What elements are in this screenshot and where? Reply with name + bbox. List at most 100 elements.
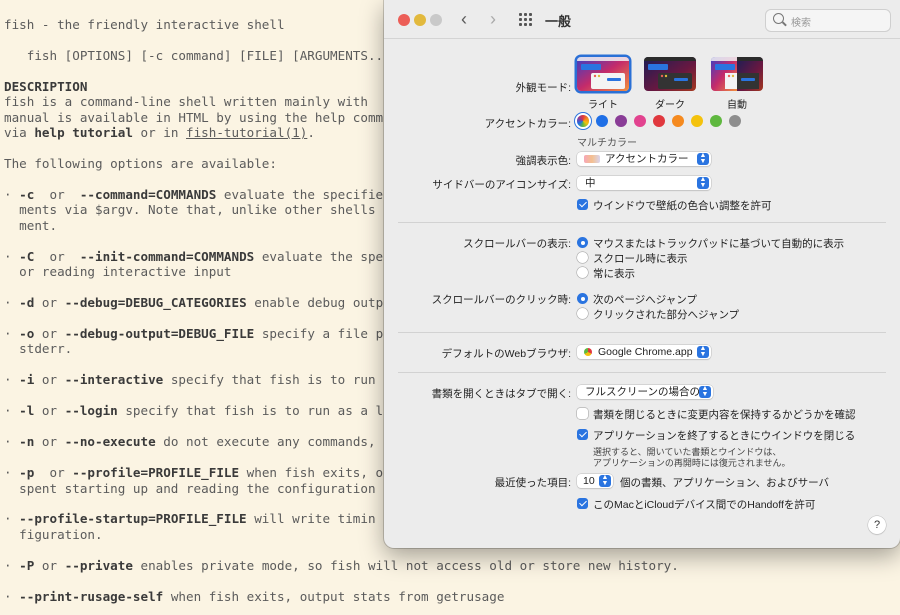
popup-chevron-icon: ▲ ▼ (697, 152, 709, 165)
terminal-text: --no-execute (64, 434, 156, 450)
highlight-color-popup[interactable]: アクセントカラー ▲ ▼ (577, 152, 711, 166)
terminal-line: · --profile-startup=PROFILE_FILE will wr… (4, 511, 376, 527)
terminal-text: · (4, 557, 20, 573)
accent-blue-swatch[interactable] (596, 115, 608, 127)
ask-keep-changes-checkbox[interactable] (577, 408, 588, 419)
terminal-text: -P (19, 557, 35, 573)
terminal-text: --debug=DEBUG_CATEGORIES (64, 295, 247, 311)
terminal-text: · (4, 186, 20, 202)
close-windows-label: アプリケーションを終了するときにウインドウを閉じる (593, 430, 856, 442)
system-preferences-window: ‹ › 一般 検索 外観モード: ライト ダーク 自動 アクセントカラー: マル… (384, 0, 900, 548)
terminal-line: · -c or --command=COMMANDS evaluate the … (4, 187, 383, 203)
highlight-color-value: アクセントカラー (605, 153, 689, 165)
handoff-checkbox[interactable] (577, 498, 588, 509)
terminal-text: -p (19, 465, 35, 481)
back-arrow-icon[interactable]: ‹ (461, 9, 467, 30)
terminal-text: · (4, 434, 20, 450)
search-field[interactable]: 検索 (765, 9, 891, 32)
terminal-text: do not execute any commands, (155, 434, 376, 450)
terminal-line: · -p or --profile=PROFILE_FILE when fish… (4, 465, 383, 481)
scrollbars-auto-radio[interactable] (577, 237, 588, 248)
appearance-label: 外観モード: (515, 82, 571, 94)
terminal-text: or (34, 465, 73, 481)
minimize-window-button[interactable] (414, 14, 426, 26)
appearance-dark-thumbnail[interactable] (644, 57, 696, 91)
accent-color-label: アクセントカラー: (484, 118, 571, 130)
appearance-light-thumbnail[interactable] (577, 57, 629, 91)
default-browser-value: Google Chrome.app (598, 346, 693, 358)
terminal-text: -C (19, 248, 35, 264)
terminal-text: specify that fish is to run as a l (117, 403, 384, 419)
appearance-auto-thumbnail[interactable] (711, 57, 763, 91)
terminal-text: --print-rusage-self (19, 588, 164, 604)
recent-items-label: 最近使った項目: (494, 477, 571, 489)
accent-multicolor-swatch[interactable] (577, 115, 589, 127)
terminal-text: specify that fish is to run (163, 372, 376, 388)
sidebar-icon-size-popup[interactable]: 中 ▲ ▼ (577, 176, 711, 190)
terminal-text: The following options are available: (4, 156, 277, 172)
terminal-text: fish - the friendly interactive shell (4, 17, 285, 32)
prefer-tabs-popup[interactable]: フルスクリーンの場合のみ ▲ ▼ (577, 385, 713, 399)
recent-items-popup[interactable]: 10 ▲ ▼ (577, 474, 613, 488)
terminal-text: or (34, 372, 65, 388)
scrollbars-always-radio[interactable] (577, 267, 588, 278)
accent-yellow-swatch[interactable] (691, 115, 703, 127)
terminal-line: fish is a command-line shell written mai… (4, 94, 376, 110)
divider (398, 332, 886, 333)
terminal-text: -n (19, 434, 35, 450)
terminal-text: or (34, 403, 65, 419)
terminal-text: or (34, 248, 80, 264)
terminal-line: · -i or --interactive specify that fish … (4, 372, 376, 388)
terminal-text: evaluate the specifie (216, 186, 384, 202)
accent-graphite-swatch[interactable] (729, 115, 741, 127)
scrollbars-when-scrolling-radio[interactable] (577, 252, 588, 263)
zoom-window-button[interactable] (430, 14, 442, 26)
divider (398, 222, 886, 223)
terminal-text: --login (64, 403, 118, 419)
terminal-text: · (4, 295, 20, 311)
default-browser-popup[interactable]: Google Chrome.app ▲ ▼ (577, 345, 711, 359)
dark-mode-preview-icon (644, 57, 696, 91)
terminal-text: --profile=PROFILE_FILE (72, 465, 240, 481)
close-window-button[interactable] (398, 14, 410, 26)
wallpaper-tint-checkbox[interactable] (577, 199, 588, 210)
prefer-tabs-value: フルスクリーンの場合のみ (585, 386, 711, 398)
terminal-text: or in (132, 125, 186, 141)
terminal-text: . (307, 125, 315, 141)
terminal-text: · (4, 326, 20, 341)
terminal-text: --debug-output=DEBUG_FILE (64, 326, 255, 341)
highlight-color-label: 強調表示色: (515, 155, 571, 167)
terminal-text: -i (19, 372, 35, 388)
accent-pink-swatch[interactable] (634, 115, 646, 127)
show-all-grid-icon[interactable] (519, 13, 533, 27)
terminal-line: · -l or --login specify that fish is to … (4, 403, 383, 419)
terminal-text: help tutorial (34, 125, 133, 141)
scroll-click-next-page-radio[interactable] (577, 293, 588, 304)
close-windows-note-line2: アプリケーションの再開時には復元されません。 (593, 458, 791, 468)
scrollbars-always-label: 常に表示 (593, 268, 635, 280)
terminal-text: ments via $argv. Note that, unlike other… (4, 202, 376, 218)
sidebar-icon-size-value: 中 (585, 177, 596, 189)
terminal-text: manual is available in HTML by using the… (4, 109, 384, 125)
terminal-line: · -P or --private enables private mode, … (4, 558, 679, 574)
scroll-click-spot-radio[interactable] (577, 308, 588, 319)
wallpaper-tint-label: ウインドウで壁紙の色合い調整を許可 (593, 200, 772, 212)
terminal-text: or (34, 326, 65, 341)
accent-green-swatch[interactable] (710, 115, 722, 127)
accent-orange-swatch[interactable] (672, 115, 684, 127)
terminal-text: -d (19, 295, 35, 311)
close-windows-checkbox[interactable] (577, 429, 588, 440)
terminal-text: --private (64, 557, 133, 573)
accent-purple-swatch[interactable] (615, 115, 627, 127)
terminal-text: · (4, 588, 20, 604)
accent-red-swatch[interactable] (653, 115, 665, 127)
terminal-text: enable debug outp (246, 295, 384, 311)
appearance-auto-label: 自動 (727, 100, 747, 111)
terminal-text: evaluate the spe (254, 248, 384, 264)
terminal-line: ments via $argv. Note that, unlike other… (4, 202, 376, 218)
terminal-text: stderr. (4, 341, 73, 357)
help-button[interactable]: ? (868, 516, 886, 534)
terminal-text: when fish exits, o (239, 465, 384, 481)
forward-arrow-icon[interactable]: › (490, 9, 496, 30)
prefer-tabs-label: 書類を開くときはタブで開く: (431, 388, 571, 400)
